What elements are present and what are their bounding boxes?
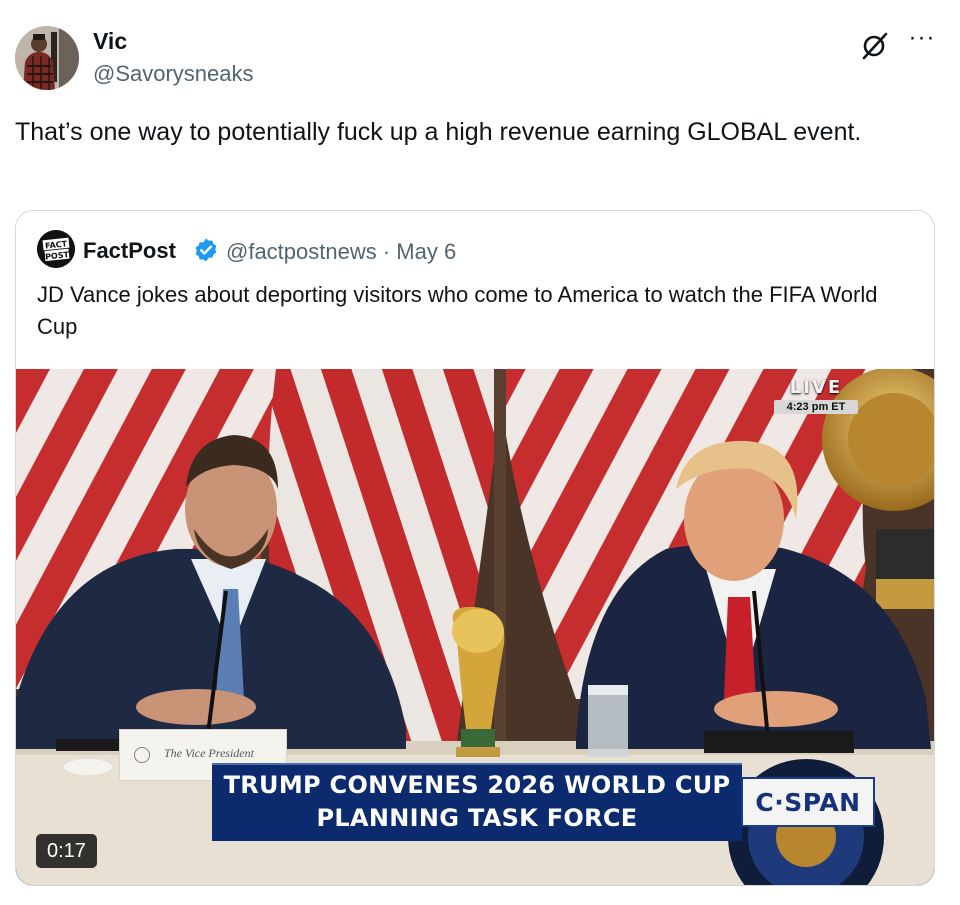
live-label: LIVE (789, 377, 843, 398)
chyron-line-1: TRUMP CONVENES 2026 WORLD CUP (223, 771, 731, 799)
chyron-line-2: PLANNING TASK FORCE (316, 804, 638, 832)
cspan-logo: C·SPAN (741, 777, 875, 827)
quoted-author-name[interactable]: FactPost (83, 238, 176, 264)
tweet: Vic @Savorysneaks ··· That’s one way to … (0, 0, 960, 905)
quoted-author-avatar[interactable]: FACT POST (37, 230, 75, 268)
video-player[interactable]: LIVE 4:23 pm ET The Vice President TRUMP… (16, 369, 934, 885)
cspan-logo-text: C·SPAN (755, 787, 861, 817)
author-name[interactable]: Vic (93, 28, 127, 55)
author-handle[interactable]: @Savorysneaks (93, 61, 254, 87)
live-indicator: LIVE 4:23 pm ET (774, 377, 858, 414)
quoted-tweet[interactable]: FACT POST FactPost @factpostnews · May 6… (15, 210, 935, 886)
author-avatar[interactable] (15, 26, 79, 90)
grok-icon[interactable] (858, 28, 892, 62)
nameplate-text: The Vice President (164, 746, 254, 760)
seal-icon (134, 747, 150, 763)
verified-badge-icon (193, 237, 219, 263)
news-chyron: TRUMP CONVENES 2026 WORLD CUP PLANNING T… (212, 763, 742, 841)
more-options-icon[interactable]: ··· (905, 26, 939, 52)
quoted-tweet-text: JD Vance jokes about deporting visitors … (37, 282, 878, 339)
quoted-author-handle-date[interactable]: @factpostnews · May 6 (226, 239, 456, 265)
live-time: 4:23 pm ET (774, 400, 858, 414)
video-duration: 0:17 (36, 834, 97, 868)
tweet-text: That’s one way to potentially fuck up a … (15, 118, 862, 146)
